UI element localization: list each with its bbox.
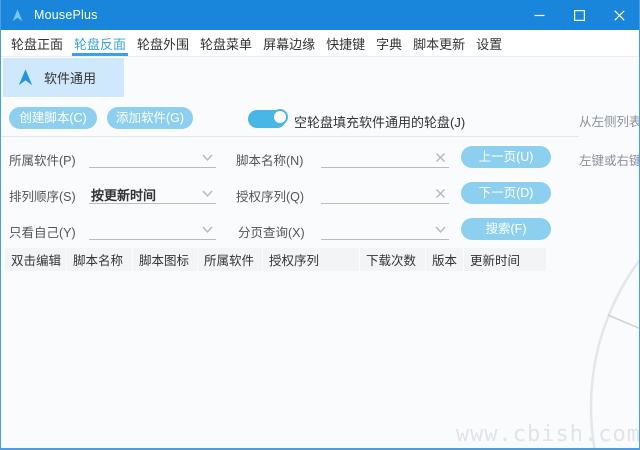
only-mine-select[interactable] xyxy=(89,218,216,240)
column-script-icon[interactable]: 脚本图标 xyxy=(133,248,197,271)
license-serial-label: 授权序列(Q) xyxy=(236,186,304,205)
menu-item-screen-edge[interactable]: 屏幕边缘 xyxy=(261,30,317,56)
toggle-knob xyxy=(272,109,288,125)
menu-item-wheel-front[interactable]: 轮盘正面 xyxy=(9,30,65,56)
next-page-button[interactable]: 下一页(D) xyxy=(461,182,551,204)
toolbar-separator xyxy=(1,136,579,137)
column-license-serial[interactable]: 授权序列 xyxy=(263,248,359,271)
menu-item-script-update[interactable]: 脚本更新 xyxy=(411,30,467,56)
script-name-input[interactable] xyxy=(321,146,449,168)
sort-order-value: 按更新时间 xyxy=(91,185,156,204)
menubar: 轮盘正面 轮盘反面 轮盘外围 轮盘菜单 屏幕边缘 快捷键 字典 脚本更新 设置 xyxy=(1,30,639,57)
column-double-click-edit[interactable]: 双击编辑 xyxy=(5,248,66,271)
sort-order-select[interactable]: 按更新时间 xyxy=(89,182,216,204)
chevron-down-icon[interactable] xyxy=(201,151,214,164)
owner-software-select[interactable] xyxy=(89,146,216,168)
menu-item-wheel-menu[interactable]: 轮盘菜单 xyxy=(198,30,254,56)
tab-label: 软件通用 xyxy=(44,68,96,87)
chevron-down-icon[interactable] xyxy=(201,187,214,200)
close-button[interactable] xyxy=(599,0,639,30)
mouseplus-window: www.cbish.com MousePlus 轮盘正面 轮盘反面 轮盘外围 轮… xyxy=(0,0,640,450)
left-list-hint: 从左侧列表 xyxy=(579,111,640,130)
owner-software-label: 所属软件(P) xyxy=(9,150,76,169)
table-header: 双击编辑 脚本名称 脚本图标 所属软件 授权序列 下载次数 版本 更新时间 xyxy=(5,248,546,271)
toggle-label: 空轮盘填充软件通用的轮盘(J) xyxy=(294,112,465,131)
menu-item-wheel-back[interactable]: 轮盘反面 xyxy=(72,30,128,56)
maximize-icon xyxy=(574,10,585,21)
column-update-time[interactable]: 更新时间 xyxy=(464,248,546,271)
fill-empty-wheel-toggle[interactable] xyxy=(248,110,286,128)
mouse-button-hint: 左键或右键 xyxy=(579,150,640,169)
clear-icon[interactable] xyxy=(434,151,447,164)
previous-page-button[interactable]: 上一页(U) xyxy=(461,146,551,168)
minimize-icon xyxy=(534,10,545,21)
sort-order-label: 排列顺序(S) xyxy=(9,186,76,205)
script-name-label: 脚本名称(N) xyxy=(236,150,303,169)
column-download-count[interactable]: 下载次数 xyxy=(360,248,425,271)
maximize-button[interactable] xyxy=(559,0,599,30)
clear-icon[interactable] xyxy=(434,187,447,200)
chevron-down-icon[interactable] xyxy=(201,223,214,236)
titlebar: MousePlus xyxy=(1,0,639,30)
watermark: www.cbish.com xyxy=(456,422,640,447)
page-query-label: 分页查询(X) xyxy=(238,222,305,241)
menu-item-wheel-outer[interactable]: 轮盘外围 xyxy=(135,30,191,56)
license-serial-input[interactable] xyxy=(321,182,449,204)
search-button[interactable]: 搜索(F) xyxy=(461,218,551,240)
menu-item-dictionary[interactable]: 字典 xyxy=(374,30,404,56)
add-software-button[interactable]: 添加软件(G) xyxy=(107,107,193,129)
window-title: MousePlus xyxy=(34,8,98,22)
column-script-name[interactable]: 脚本名称 xyxy=(67,248,132,271)
chevron-down-icon[interactable] xyxy=(434,223,447,236)
menu-item-hotkeys[interactable]: 快捷键 xyxy=(324,30,367,56)
app-logo-icon xyxy=(10,8,25,23)
page-query-select[interactable] xyxy=(321,218,449,240)
tab-software-common[interactable]: 软件通用 xyxy=(3,58,124,97)
cursor-arrow-icon xyxy=(16,68,35,87)
create-script-button[interactable]: 创建脚本(C) xyxy=(9,107,97,129)
column-owner-software[interactable]: 所属软件 xyxy=(198,248,262,271)
column-version[interactable]: 版本 xyxy=(426,248,463,271)
close-icon xyxy=(614,10,625,21)
only-mine-label: 只看自己(Y) xyxy=(9,222,76,241)
menu-item-settings[interactable]: 设置 xyxy=(474,30,504,56)
minimize-button[interactable] xyxy=(519,0,559,30)
